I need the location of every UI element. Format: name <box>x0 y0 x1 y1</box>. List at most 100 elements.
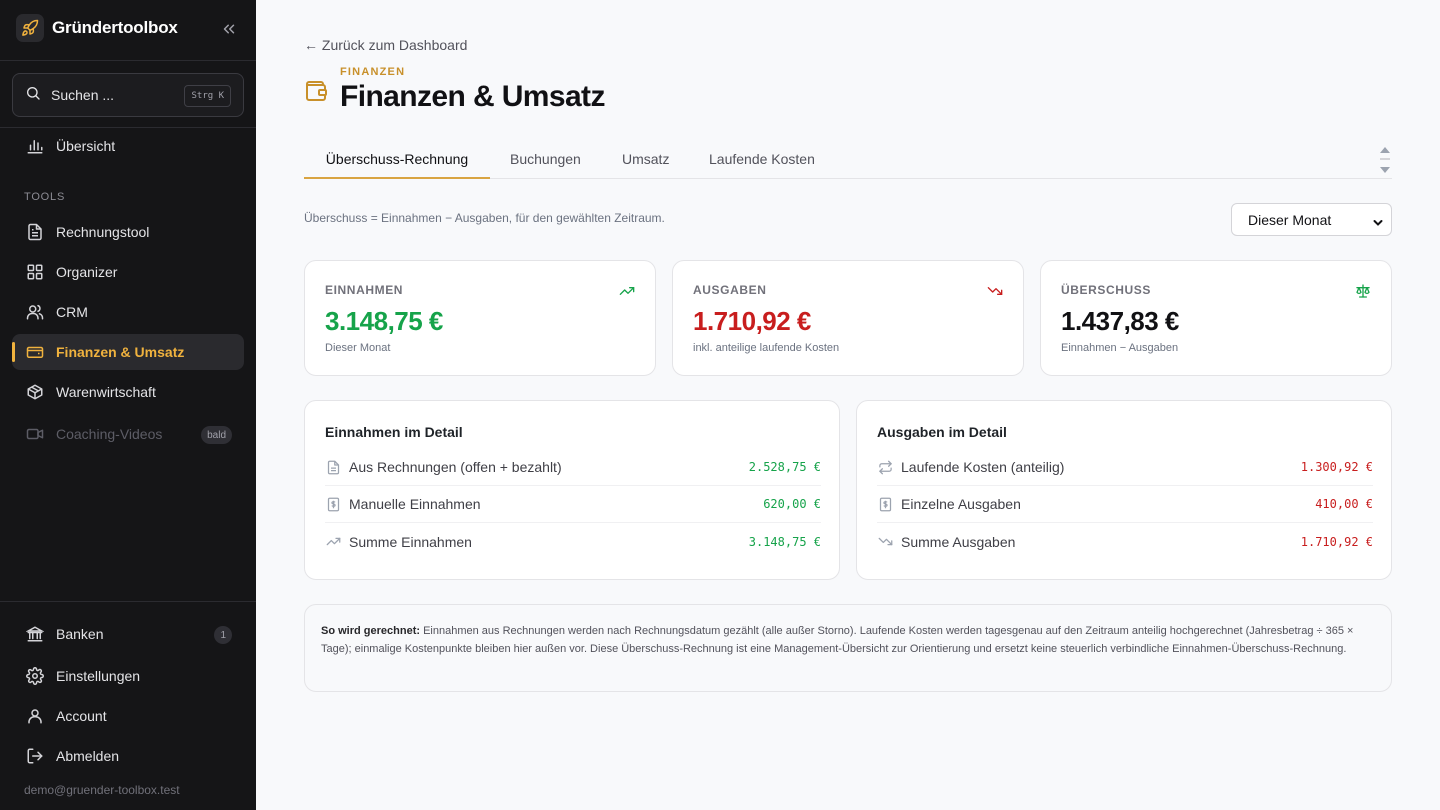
card-title: Einnahmen im Detail <box>325 424 463 440</box>
income-detail-card: Einnahmen im Detail Aus Rechnungen (offe… <box>304 400 840 580</box>
search-input[interactable]: Suchen ... Strg K <box>12 73 244 117</box>
sidebar-item-organizer[interactable]: Organizer <box>12 254 244 290</box>
users-icon <box>26 303 44 321</box>
brand[interactable]: Gründertoolbox <box>16 14 178 42</box>
search-icon <box>25 85 41 106</box>
grid-icon <box>26 263 44 281</box>
user-email: demo@gruender-toolbox.test <box>24 783 180 797</box>
period-select[interactable]: Dieser Monat <box>1231 203 1392 236</box>
collapse-sidebar-icon[interactable] <box>220 20 238 38</box>
brand-name: Gründertoolbox <box>52 18 178 37</box>
list-item: Manuelle Einnahmen 620,00 € <box>325 486 821 523</box>
tab-scroll-arrows-icon[interactable] <box>1379 144 1391 176</box>
list-item: Laufende Kosten (anteilig) 1.300,92 € <box>877 449 1373 486</box>
row-value: 1.300,92 € <box>1300 460 1373 474</box>
row-label: Manuelle Einnahmen <box>349 496 481 512</box>
chevron-down-icon <box>1373 215 1383 226</box>
bar-chart-icon <box>26 137 44 155</box>
bank-icon <box>26 625 44 643</box>
row-label: Einzelne Ausgaben <box>901 496 1021 512</box>
list-item: Summe Einnahmen 3.148,75 € <box>325 523 821 560</box>
sidebar-item-coaching-videos: Coaching-Videos bald <box>12 416 244 452</box>
sidebar-item-label: Rechnungstool <box>56 224 150 240</box>
kpi-card-ueberschuss: ÜBERSCHUSS 1.437,83 € Einnahmen − Ausgab… <box>1040 260 1392 376</box>
row-value: 2.528,75 € <box>748 460 821 474</box>
sidebar-item-warenwirtschaft[interactable]: Warenwirtschaft <box>12 374 244 410</box>
page-kicker: FINANZEN <box>340 66 406 78</box>
kpi-subtext: Einnahmen − Ausgaben <box>1061 342 1179 354</box>
sidebar-item-label: Banken <box>56 626 104 642</box>
kpi-subtext: Dieser Monat <box>325 342 391 354</box>
tab-ueberschuss-rechnung[interactable]: Überschuss-Rechnung <box>304 140 490 179</box>
coming-soon-badge: bald <box>201 426 232 444</box>
sidebar-item-overview[interactable]: Übersicht <box>12 128 244 164</box>
logout-icon <box>26 747 44 765</box>
kpi-label: ÜBERSCHUSS <box>1061 283 1152 297</box>
row-label: Summe Einnahmen <box>349 533 472 550</box>
row-label: Aus Rechnungen (offen + bezahlt) <box>349 459 562 475</box>
divider <box>0 601 256 602</box>
divider <box>0 60 256 61</box>
document-icon <box>325 459 341 475</box>
kpi-value: 1.437,83 € <box>1061 306 1179 336</box>
sidebar-item-finanzen[interactable]: Finanzen & Umsatz <box>12 334 244 370</box>
wallet-icon <box>304 79 328 103</box>
video-icon <box>26 425 44 443</box>
back-to-dashboard-link[interactable]: ← Zurück zum Dashboard <box>304 37 467 53</box>
card-title: Ausgaben im Detail <box>877 424 1007 440</box>
main-content: ← Zurück zum Dashboard FINANZEN Finanzen… <box>256 0 1440 810</box>
sidebar-item-label: CRM <box>56 304 88 320</box>
search-shortcut: Strg K <box>184 85 231 107</box>
trending-down-icon <box>877 534 893 550</box>
sidebar-item-label: Einstellungen <box>56 668 141 684</box>
sidebar-item-account[interactable]: Account <box>12 698 244 734</box>
trending-up-icon <box>619 283 635 299</box>
sidebar: Gründertoolbox Suchen ... Strg K Übersic… <box>0 0 256 810</box>
kpi-card-ausgaben: AUSGABEN 1.710,92 € inkl. anteilige lauf… <box>672 260 1024 376</box>
section-label-tools: TOOLS <box>24 191 66 203</box>
kpi-card-einnahmen: EINNAHMEN 3.148,75 € Dieser Monat <box>304 260 656 376</box>
row-value: 3.148,75 € <box>748 534 821 549</box>
calculation-hint: Überschuss = Einnahmen − Ausgaben, für d… <box>304 211 665 225</box>
gear-icon <box>26 667 44 685</box>
sidebar-item-label: Abmelden <box>56 748 120 764</box>
scale-icon <box>1355 283 1371 299</box>
sidebar-item-einstellungen[interactable]: Einstellungen <box>12 658 244 694</box>
sidebar-item-label: Account <box>56 708 107 724</box>
note-text: Einnahmen aus Rechnungen werden nach Rec… <box>321 625 1354 655</box>
tab-laufende-kosten[interactable]: Laufende Kosten <box>709 140 815 179</box>
kpi-value: 1.710,92 € <box>693 306 811 336</box>
tab-umsatz[interactable]: Umsatz <box>622 140 669 179</box>
sidebar-item-label: Organizer <box>56 264 118 280</box>
row-value: 1.710,92 € <box>1300 534 1373 549</box>
user-icon <box>26 707 44 725</box>
kpi-label: EINNAHMEN <box>325 283 404 297</box>
tab-bar: Überschuss-Rechnung Buchungen Umsatz Lau… <box>304 140 1392 179</box>
trending-up-icon <box>325 534 341 550</box>
list-item: Summe Ausgaben 1.710,92 € <box>877 523 1373 560</box>
document-icon <box>26 223 44 241</box>
receipt-icon <box>877 496 893 512</box>
calculation-note: So wird gerechnet: Einnahmen aus Rechnun… <box>304 604 1392 692</box>
sidebar-item-banken[interactable]: Banken 1 <box>12 616 244 652</box>
receipt-icon <box>325 496 341 512</box>
box-icon <box>26 383 44 401</box>
sidebar-item-crm[interactable]: CRM <box>12 294 244 330</box>
period-select-value: Dieser Monat <box>1248 211 1332 228</box>
page-title: Finanzen & Umsatz <box>340 80 605 113</box>
wallet-icon <box>26 343 44 361</box>
row-label: Laufende Kosten (anteilig) <box>901 459 1065 475</box>
note-lead: So wird gerechnet: <box>321 625 421 637</box>
sidebar-item-label: Coaching-Videos <box>56 426 163 442</box>
kpi-label: AUSGABEN <box>693 283 767 297</box>
sidebar-item-abmelden[interactable]: Abmelden <box>12 738 244 774</box>
list-item: Aus Rechnungen (offen + bezahlt) 2.528,7… <box>325 449 821 486</box>
row-label: Summe Ausgaben <box>901 533 1016 550</box>
sidebar-item-rechnungstool[interactable]: Rechnungstool <box>12 214 244 250</box>
tab-buchungen[interactable]: Buchungen <box>510 140 581 179</box>
expense-detail-card: Ausgaben im Detail Laufende Kosten (ante… <box>856 400 1392 580</box>
row-value: 620,00 € <box>763 497 821 511</box>
rocket-icon <box>16 14 44 42</box>
sidebar-item-label: Warenwirtschaft <box>56 384 156 400</box>
trending-down-icon <box>987 283 1003 299</box>
